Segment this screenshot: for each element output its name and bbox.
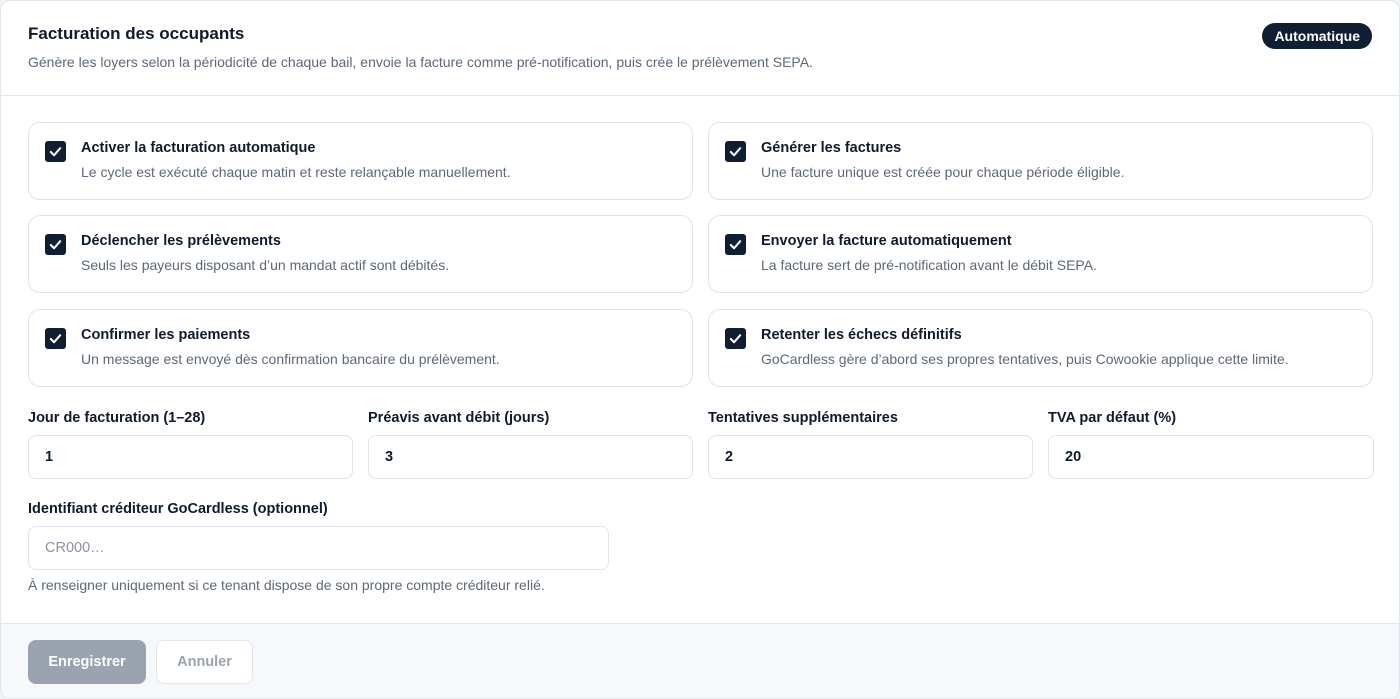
option-auto-billing[interactable]: Activer la facturation automatique Le cy…: [28, 122, 693, 200]
checkbox-checked[interactable]: [45, 234, 66, 255]
cancel-button[interactable]: Annuler: [156, 640, 253, 684]
creditor-id-label: Identifiant créditeur GoCardless (option…: [28, 501, 328, 517]
vat-label: TVA par défaut (%): [1048, 410, 1177, 426]
option-label: Confirmer les paiements: [81, 327, 251, 343]
checkbox-checked[interactable]: [45, 328, 66, 349]
checkbox-checked[interactable]: [45, 141, 66, 162]
extra-attempts-label: Tentatives supplémentaires: [708, 410, 898, 426]
extra-attempts-input[interactable]: 2: [708, 435, 1033, 479]
option-description: Le cycle est exécuté chaque matin et res…: [81, 164, 511, 180]
creditor-id-hint: À renseigner uniquement si ce tenant dis…: [28, 577, 545, 593]
checkbox-checked[interactable]: [725, 234, 746, 255]
card-header: Facturation des occupants Génère les loy…: [1, 1, 1399, 96]
check-icon: [729, 147, 742, 157]
option-description: GoCardless gère d’abord ses propres tent…: [761, 351, 1289, 367]
checkbox-checked[interactable]: [725, 328, 746, 349]
option-description: Un message est envoyé dès confirmation b…: [81, 351, 500, 367]
option-confirm-payments[interactable]: Confirmer les paiements Un message est e…: [28, 309, 693, 387]
option-label: Générer les factures: [761, 140, 902, 156]
option-description: Une facture unique est créée pour chaque…: [761, 164, 1125, 180]
option-label: Déclencher les prélèvements: [81, 233, 281, 249]
option-send-invoice[interactable]: Envoyer la facture automatiquement La fa…: [708, 215, 1373, 293]
check-icon: [729, 334, 742, 344]
check-icon: [729, 240, 742, 250]
status-badge: Automatique: [1262, 23, 1372, 49]
option-retry-failures[interactable]: Retenter les échecs définitifs GoCardles…: [708, 309, 1373, 387]
page-subtitle: Génère les loyers selon la périodicité d…: [28, 54, 813, 70]
notice-days-label: Préavis avant débit (jours): [368, 410, 550, 426]
option-generate-invoices[interactable]: Générer les factures Une facture unique …: [708, 122, 1373, 200]
option-description: Seuls les payeurs disposant d’un mandat …: [81, 257, 450, 273]
creditor-id-input[interactable]: CR000…: [28, 526, 609, 570]
check-icon: [49, 240, 62, 250]
option-trigger-debits[interactable]: Déclencher les prélèvements Seuls les pa…: [28, 215, 693, 293]
billing-settings-card: Facturation des occupants Génère les loy…: [0, 0, 1400, 699]
notice-days-input[interactable]: 3: [368, 435, 693, 479]
option-label: Retenter les échecs définitifs: [761, 327, 962, 343]
option-description: La facture sert de pré-notification avan…: [761, 257, 1097, 273]
option-label: Envoyer la facture automatiquement: [761, 233, 1012, 249]
check-icon: [49, 334, 62, 344]
billing-day-label: Jour de facturation (1–28): [28, 410, 206, 426]
check-icon: [49, 147, 62, 157]
checkbox-checked[interactable]: [725, 141, 746, 162]
page-title: Facturation des occupants: [28, 24, 245, 43]
save-button[interactable]: Enregistrer: [28, 640, 146, 684]
billing-day-input[interactable]: 1: [28, 435, 353, 479]
option-label: Activer la facturation automatique: [81, 140, 316, 156]
vat-input[interactable]: 20: [1048, 435, 1374, 479]
